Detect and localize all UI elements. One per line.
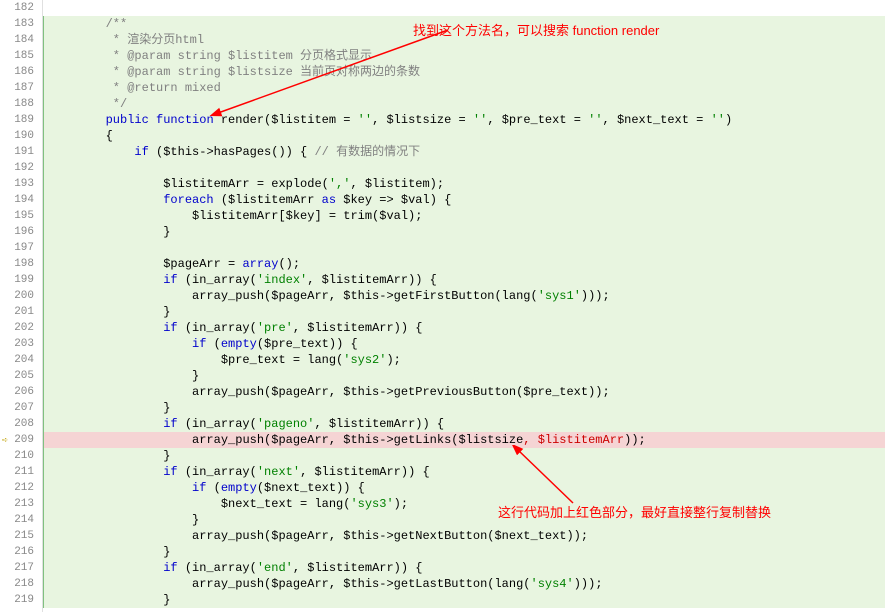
code-line[interactable]: { <box>43 128 885 144</box>
code-line[interactable]: $listitemArr[$key] = trim($val); <box>43 208 885 224</box>
code-line[interactable]: if (in_array('pre', $listitemArr)) { <box>43 320 885 336</box>
code-line[interactable]: } <box>43 544 885 560</box>
line-number: 202 <box>0 320 42 336</box>
code-editor: 1821831841851861871881891901911921931941… <box>0 0 885 612</box>
line-number: 207 <box>0 400 42 416</box>
line-number: 214 <box>0 512 42 528</box>
line-number: 203 <box>0 336 42 352</box>
code-line[interactable]: $next_text = lang('sys3'); <box>43 496 885 512</box>
line-gutter: 1821831841851861871881891901911921931941… <box>0 0 43 612</box>
code-line[interactable]: /** <box>43 16 885 32</box>
code-line[interactable]: } <box>43 592 885 608</box>
code-line[interactable] <box>43 0 885 16</box>
code-line[interactable]: array_push($pageArr, $this->getNextButto… <box>43 528 885 544</box>
line-number: 205 <box>0 368 42 384</box>
line-number: 217 <box>0 560 42 576</box>
code-line[interactable]: } <box>43 448 885 464</box>
code-line[interactable]: if (in_array('pageno', $listitemArr)) { <box>43 416 885 432</box>
line-number: 212 <box>0 480 42 496</box>
code-line[interactable]: * @return mixed <box>43 80 885 96</box>
code-line[interactable]: $listitemArr = explode(',', $listitem); <box>43 176 885 192</box>
code-line[interactable] <box>43 240 885 256</box>
code-line[interactable]: array_push($pageArr, $this->getLastButto… <box>43 576 885 592</box>
line-number: 187 <box>0 80 42 96</box>
line-number: 183 <box>0 16 42 32</box>
line-number: 199 <box>0 272 42 288</box>
code-line[interactable]: $pre_text = lang('sys2'); <box>43 352 885 368</box>
line-number: 194 <box>0 192 42 208</box>
line-number: 209➪ <box>0 432 42 448</box>
code-line[interactable]: } <box>43 400 885 416</box>
line-number: 208 <box>0 416 42 432</box>
code-line[interactable]: if (in_array('index', $listitemArr)) { <box>43 272 885 288</box>
line-number: 198 <box>0 256 42 272</box>
code-line[interactable]: * @param string $listitem 分页格式显示 <box>43 48 885 64</box>
line-number: 185 <box>0 48 42 64</box>
code-line[interactable]: array_push($pageArr, $this->getPreviousB… <box>43 384 885 400</box>
line-number: 211 <box>0 464 42 480</box>
code-line[interactable]: */ <box>43 96 885 112</box>
line-number: 219 <box>0 592 42 608</box>
line-number: 215 <box>0 528 42 544</box>
code-line[interactable]: if (empty($next_text)) { <box>43 480 885 496</box>
line-number: 182 <box>0 0 42 16</box>
line-number: 195 <box>0 208 42 224</box>
code-line[interactable]: if (in_array('end', $listitemArr)) { <box>43 560 885 576</box>
code-area[interactable]: 找到这个方法名，可以搜索 function render 这行代码加上红色部分，… <box>43 0 885 612</box>
line-number: 210 <box>0 448 42 464</box>
line-number: 190 <box>0 128 42 144</box>
line-number: 204 <box>0 352 42 368</box>
line-number: 200 <box>0 288 42 304</box>
code-line[interactable]: if ($this->hasPages()) { // 有数据的情况下 <box>43 144 885 160</box>
line-number: 216 <box>0 544 42 560</box>
code-line[interactable]: } <box>43 304 885 320</box>
line-number: 184 <box>0 32 42 48</box>
line-number: 201 <box>0 304 42 320</box>
code-line[interactable]: foreach ($listitemArr as $key => $val) { <box>43 192 885 208</box>
line-number: 191 <box>0 144 42 160</box>
line-number: 186 <box>0 64 42 80</box>
code-line[interactable]: if (empty($pre_text)) { <box>43 336 885 352</box>
line-number: 197 <box>0 240 42 256</box>
code-line[interactable]: } <box>43 368 885 384</box>
code-line[interactable] <box>43 160 885 176</box>
line-number: 192 <box>0 160 42 176</box>
line-number: 206 <box>0 384 42 400</box>
code-line[interactable]: array_push($pageArr, $this->getLinks($li… <box>43 432 885 448</box>
code-line[interactable]: $pageArr = array(); <box>43 256 885 272</box>
code-line[interactable]: array_push($pageArr, $this->getFirstButt… <box>43 288 885 304</box>
code-line[interactable]: } <box>43 512 885 528</box>
code-line[interactable]: * @param string $listsize 当前页对称两边的条数 <box>43 64 885 80</box>
code-line[interactable]: * 渲染分页html <box>43 32 885 48</box>
line-number: 213 <box>0 496 42 512</box>
code-line[interactable]: } <box>43 224 885 240</box>
line-number: 193 <box>0 176 42 192</box>
code-line[interactable]: public function render($listitem = '', $… <box>43 112 885 128</box>
line-number: 188 <box>0 96 42 112</box>
line-number: 196 <box>0 224 42 240</box>
line-number: 218 <box>0 576 42 592</box>
line-number: 189 <box>0 112 42 128</box>
code-line[interactable]: if (in_array('next', $listitemArr)) { <box>43 464 885 480</box>
